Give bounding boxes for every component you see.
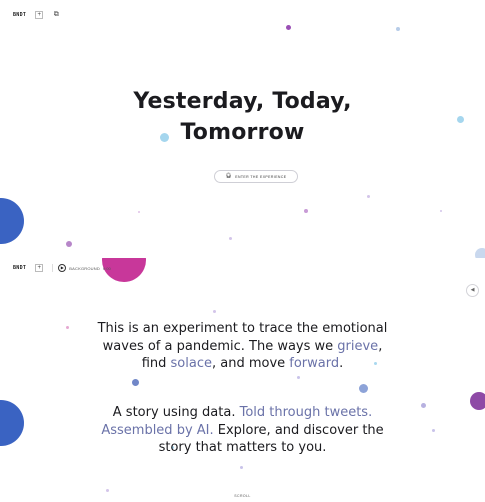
title-line-1: Yesterday, Today, bbox=[133, 89, 352, 114]
lavender-dot bbox=[475, 248, 485, 258]
title-line-2: Tomorrow bbox=[180, 120, 305, 145]
lavender-dot bbox=[367, 195, 370, 198]
story-paragraph: A story using data. Told through tweets.… bbox=[0, 404, 485, 457]
lavender-dot bbox=[240, 466, 243, 469]
word-forward: forward bbox=[289, 356, 340, 371]
lavender-dot bbox=[138, 211, 140, 213]
top-toolbar: BNDT + ⧉ bbox=[13, 9, 60, 21]
track-name: BACKGROUND bbox=[69, 265, 100, 271]
story-text-2: Explore, and discover the bbox=[213, 422, 384, 438]
intro-panel: BNDT + ▶ BACKGROUND 0:00 ◀︎ This is an e… bbox=[0, 258, 485, 502]
lavender-dot bbox=[213, 310, 216, 313]
logo[interactable]: BNDT bbox=[13, 12, 26, 18]
top-toolbar: BNDT + ▶ BACKGROUND 0:00 bbox=[13, 262, 111, 274]
lavender-dot bbox=[106, 489, 109, 492]
lavender-dot bbox=[396, 27, 400, 31]
enter-experience-button[interactable]: 🎧︎ ENTER THE EXPERIENCE bbox=[214, 170, 298, 183]
intro-text-5: . bbox=[339, 356, 344, 371]
audio-player: ▶ BACKGROUND 0:00 bbox=[52, 264, 111, 272]
word-solace: solace bbox=[170, 356, 212, 371]
copy-icon[interactable]: ⧉ bbox=[52, 11, 60, 19]
plus-square-icon[interactable]: + bbox=[35, 11, 44, 19]
intro-paragraph: This is an experiment to trace the emoti… bbox=[0, 320, 485, 373]
story-text-1: A story using data. bbox=[112, 405, 240, 420]
purple-dot bbox=[304, 209, 308, 213]
scroll-hint[interactable]: SCROLL bbox=[0, 494, 485, 498]
intro-text-3: find bbox=[141, 356, 171, 371]
blue-bubble bbox=[0, 198, 24, 244]
steel-blue-dot bbox=[132, 379, 139, 386]
intro-text-2: waves of a pandemic. The ways we bbox=[102, 338, 338, 354]
phrase-told-through-tweets: Told through tweets. bbox=[239, 405, 373, 420]
purple-dot bbox=[66, 241, 72, 247]
landing-panel: BNDT + ⧉ Yesterday, Today, Tomorrow 🎧︎ E… bbox=[0, 0, 485, 258]
word-grieve: grieve bbox=[337, 338, 379, 354]
plus-square-icon[interactable]: + bbox=[35, 264, 44, 272]
sound-toggle-button[interactable]: ◀︎ bbox=[466, 284, 479, 297]
intro-text-4: , and move bbox=[211, 356, 290, 371]
headphones-icon: 🎧︎ bbox=[225, 173, 233, 179]
story-text-3: story that matters to you. bbox=[158, 440, 327, 455]
intro-text-1: This is an experiment to trace the emoti… bbox=[97, 321, 388, 336]
lavender-dot bbox=[297, 376, 300, 379]
track-time: 0:00 bbox=[102, 265, 111, 271]
enter-experience-label: ENTER THE EXPERIENCE bbox=[235, 174, 287, 179]
page-title: Yesterday, Today, Tomorrow bbox=[0, 86, 485, 148]
purple-dot bbox=[286, 25, 291, 30]
steel-blue-dot bbox=[359, 384, 368, 393]
play-circle-icon[interactable]: ▶ bbox=[58, 264, 67, 272]
logo[interactable]: BNDT bbox=[13, 265, 26, 271]
intro-comma: , bbox=[378, 338, 383, 354]
lavender-dot bbox=[440, 210, 442, 212]
lavender-dot bbox=[229, 237, 232, 240]
sound-toggle-icon: ◀︎ bbox=[470, 287, 475, 293]
phrase-assembled-by-ai: Assembled by AI. bbox=[101, 422, 214, 438]
